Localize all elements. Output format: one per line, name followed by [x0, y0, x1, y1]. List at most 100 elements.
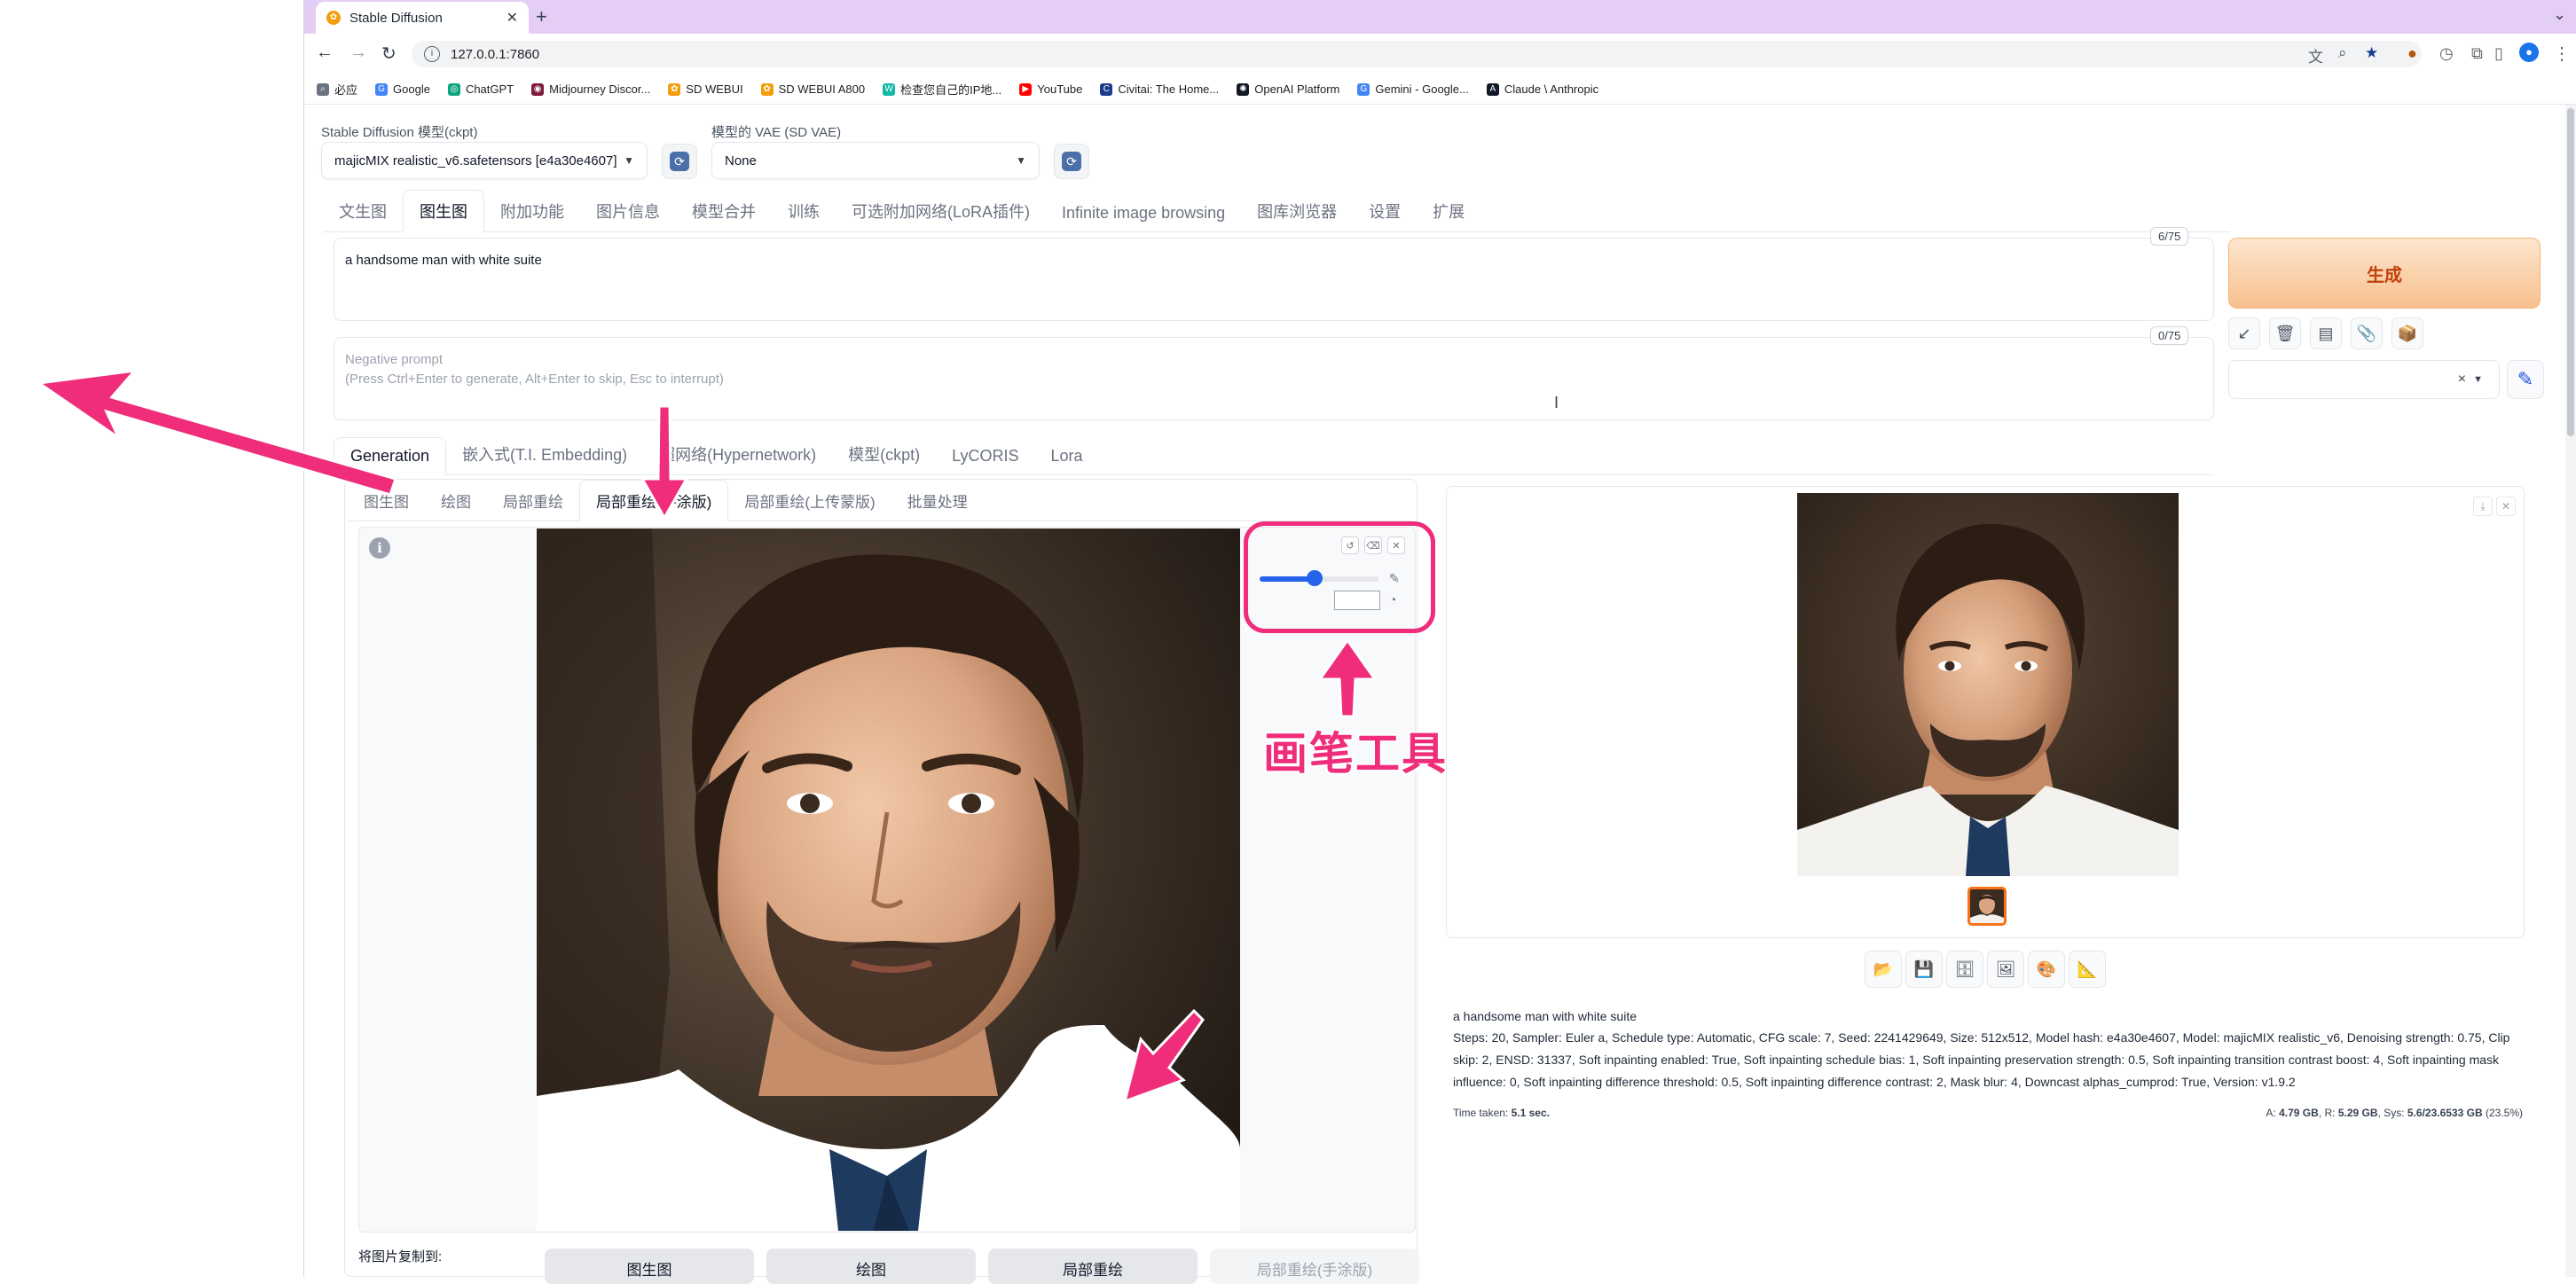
history-icon[interactable]: ◷ [2439, 44, 2454, 63]
send-to-inpaint-button[interactable]: 🎨 [2028, 951, 2065, 988]
package-button[interactable]: 📦 [2391, 317, 2423, 349]
img2img-tab-2[interactable]: 局部重绘 [487, 481, 579, 521]
styles-dropdown[interactable]: × ▼ [2228, 360, 2500, 399]
download-icon[interactable]: ⤓ [2473, 497, 2493, 516]
brush-tool-highlight [1244, 521, 1435, 633]
tab-search-chevron-icon[interactable]: ⌄ [2553, 5, 2566, 24]
civitai-icon: C [1100, 82, 1113, 96]
gallery-thumbnail[interactable] [1967, 887, 2007, 926]
open-folder-button[interactable]: 📂 [1865, 951, 1902, 988]
zip-button[interactable]: 🗄 [1946, 951, 1983, 988]
browser-tab[interactable]: ✿ Stable Diffusion ✕ [316, 2, 529, 34]
bookmark-star-icon[interactable]: ★ [2365, 44, 2378, 62]
translate-icon[interactable]: 文 [2308, 44, 2323, 67]
styles-button[interactable]: ▤ [2310, 317, 2342, 349]
negative-prompt-textarea[interactable]: Negative prompt (Press Ctrl+Enter to gen… [334, 337, 2214, 420]
refresh-icon: ⟳ [670, 152, 689, 171]
clear-prompt-button[interactable]: 🗑 [2269, 317, 2301, 349]
bookmark-chatgpt[interactable]: ◎ ChatGPT [447, 82, 514, 96]
brush-tool-annotation: 画笔工具 [1263, 729, 1448, 779]
img2img-tab-0[interactable]: 图生图 [348, 481, 425, 521]
copy-to-inpaint-button[interactable]: 局部重绘 [988, 1249, 1198, 1284]
address-bar[interactable]: i 127.0.0.1:7860 [412, 41, 2422, 67]
network-tab-4[interactable]: LyCORIS [936, 438, 1034, 474]
refresh-ckpt-button[interactable]: ⟳ [662, 144, 697, 179]
new-tab-icon[interactable]: + [536, 5, 547, 28]
network-tab-5[interactable]: Lora [1035, 438, 1099, 474]
edit-style-button[interactable]: ✎ [2507, 360, 2544, 399]
page-scrollbar-thumb[interactable] [2567, 108, 2574, 436]
anthropic-icon: A [1486, 82, 1499, 96]
main-tab-8[interactable]: 图库浏览器 [1241, 191, 1353, 231]
time-value: 5.1 sec. [1511, 1107, 1550, 1119]
profile-avatar[interactable]: ● [2519, 43, 2539, 62]
attach-button[interactable]: 📎 [2351, 317, 2383, 349]
network-tab-1[interactable]: 嵌入式(T.I. Embedding) [446, 434, 643, 474]
browser-tab-strip [304, 0, 2576, 34]
extension-icon[interactable]: ● [2407, 44, 2417, 63]
network-tab-2[interactable]: 超网络(Hypernetwork) [643, 434, 832, 474]
more-menu-icon[interactable]: ⋮ [2553, 43, 2571, 65]
bookmark-bing[interactable]: ⌕ 必应 [317, 81, 357, 98]
sidepanel-icon[interactable]: ▯ [2494, 44, 2503, 63]
bookmark-midjourney[interactable]: ◉ Midjourney Discor... [531, 82, 650, 96]
clear-icon[interactable]: × [2458, 372, 2466, 388]
zoom-icon[interactable]: ⌕ [2338, 44, 2347, 62]
send-to-img2img-button[interactable]: 🖼 [1987, 951, 2024, 988]
img2img-tab-4[interactable]: 局部重绘(上传蒙版) [728, 481, 891, 521]
main-tab-7[interactable]: Infinite image browsing [1046, 195, 1241, 231]
refresh-vae-button[interactable]: ⟳ [1054, 144, 1089, 179]
reload-icon[interactable]: ↻ [381, 43, 397, 65]
time-label: Time taken: [1453, 1107, 1509, 1119]
vram-sys: 5.6/23.6533 GB [2407, 1107, 2483, 1119]
img2img-tab-5[interactable]: 批量处理 [891, 481, 984, 521]
site-info-icon[interactable]: i [424, 46, 440, 62]
main-tab-4[interactable]: 模型合并 [676, 191, 772, 231]
vae-dropdown[interactable]: None ▼ [711, 142, 1040, 179]
prompt-textarea[interactable]: a handsome man with white suite [334, 238, 2214, 321]
img2img-tab-1[interactable]: 绘图 [425, 481, 487, 521]
bookmark-sd-webui-a800[interactable]: ✿ SD WEBUI A800 [760, 82, 865, 96]
vram-sys-label: Sys: [2384, 1107, 2405, 1119]
save-button[interactable]: 💾 [1905, 951, 1943, 988]
bookmark-sd-webui[interactable]: ✿ SD WEBUI [668, 82, 743, 96]
main-tab-5[interactable]: 训练 [772, 191, 836, 231]
copy-to-img2img-button[interactable]: 图生图 [545, 1249, 754, 1284]
main-tab-10[interactable]: 扩展 [1417, 191, 1480, 231]
bookmark-ip-check[interactable]: W 检查您自己的IP地... [883, 81, 1001, 98]
main-tab-6[interactable]: 可选附加网络(LoRA插件) [836, 191, 1046, 231]
img2img-tab-3[interactable]: 局部重绘(手涂版) [579, 480, 729, 521]
source-image-with-mask[interactable] [537, 528, 1240, 1231]
bookmark-claude[interactable]: A Claude \ Anthropic [1486, 82, 1598, 96]
copy-to-sketch-button[interactable]: 绘图 [766, 1249, 976, 1284]
main-tab-3[interactable]: 图片信息 [580, 191, 676, 231]
openai-icon: ✺ [1237, 82, 1250, 96]
palette-icon: 🎨 [2036, 960, 2057, 978]
read-params-button[interactable]: ↙ [2228, 317, 2260, 349]
extensions-puzzle-icon[interactable]: ⧉ [2471, 44, 2483, 63]
main-tab-9[interactable]: 设置 [1353, 191, 1417, 231]
info-icon[interactable]: i [369, 537, 390, 559]
main-tab-1[interactable]: 图生图 [403, 190, 484, 232]
generate-button[interactable]: 生成 [2228, 238, 2541, 309]
bookmark-openai[interactable]: ✺ OpenAI Platform [1237, 82, 1339, 96]
bookmark-google[interactable]: G Google [375, 82, 430, 96]
ckpt-dropdown[interactable]: majicMIX realistic_v6.safetensors [e4a30… [321, 142, 648, 179]
bookmark-gemini[interactable]: G Gemini - Google... [1357, 82, 1469, 96]
forward-icon[interactable]: → [349, 43, 367, 63]
copy-to-inpaint-sketch-button[interactable]: 局部重绘(手涂版) [1210, 1249, 1419, 1284]
network-tab-0[interactable]: Generation [334, 437, 447, 475]
negative-placeholder-hint: (Press Ctrl+Enter to generate, Alt+Enter… [345, 372, 724, 387]
close-tab-icon[interactable]: ✕ [507, 9, 518, 27]
network-tab-3[interactable]: 模型(ckpt) [832, 434, 936, 474]
send-to-extras-button[interactable]: 📐 [2069, 951, 2106, 988]
main-tab-2[interactable]: 附加功能 [484, 191, 580, 231]
back-icon[interactable]: ← [316, 43, 334, 63]
bookmark-civitai[interactable]: C Civitai: The Home... [1100, 82, 1219, 96]
close-icon[interactable]: ✕ [2496, 497, 2516, 516]
generated-image[interactable] [1797, 493, 2179, 876]
sd-icon: ✿ [760, 82, 774, 96]
main-tab-0[interactable]: 文生图 [323, 191, 403, 231]
bookmark-youtube[interactable]: ▶ YouTube [1019, 82, 1082, 96]
save-icon: 💾 [1913, 960, 1935, 978]
